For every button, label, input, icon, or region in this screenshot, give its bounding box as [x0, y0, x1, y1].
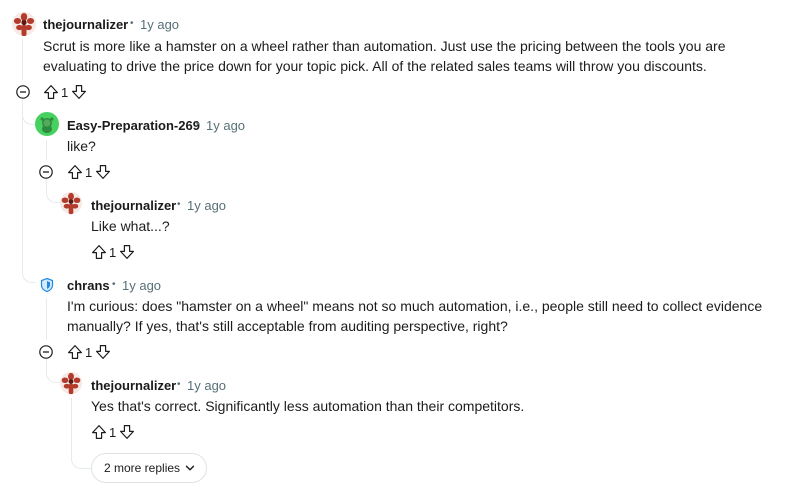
comment-body: I'm curious: does "hamster on a wheel" m… — [67, 296, 787, 336]
downvote-icon[interactable] — [95, 344, 111, 360]
thread-line-easy — [46, 140, 47, 160]
upvote-icon[interactable] — [91, 244, 107, 260]
thread-branch-journalizer-3 — [46, 358, 60, 383]
comment-timestamp[interactable]: 1y ago — [187, 378, 226, 393]
upvote-icon[interactable] — [67, 344, 83, 360]
comment-author[interactable]: thejournalizer — [91, 198, 176, 213]
comment-body: Yes that's correct. Significantly less a… — [91, 396, 771, 416]
thread-branch-more — [71, 446, 92, 469]
comment-timestamp[interactable]: 1y ago — [187, 198, 226, 213]
upvote-icon[interactable] — [43, 84, 59, 100]
vote-count: 1 — [85, 344, 93, 360]
comment-body-line: I'm curious: does "hamster on a wheel" m… — [67, 298, 763, 314]
demogorgon-avatar[interactable] — [11, 11, 37, 37]
comment-body-line: like? — [67, 138, 96, 154]
vote-bar: 1 — [91, 242, 135, 262]
thread-branch-chrans — [22, 268, 36, 283]
chevron-down-icon — [180, 462, 196, 474]
vote-count: 1 — [109, 424, 117, 440]
comment-author[interactable]: thejournalizer — [43, 17, 128, 32]
vote-count: 1 — [109, 244, 117, 260]
comment-body: Scrut is more like a hamster on a wheel … — [43, 36, 783, 76]
comment-body-line: Yes that's correct. Significantly less a… — [91, 398, 525, 414]
comment-sep: • — [177, 379, 181, 390]
comment-body-line: Scrut is more like a hamster on a wheel … — [43, 38, 726, 54]
vote-count: 1 — [61, 84, 69, 100]
snoo-avatar[interactable] — [35, 112, 59, 136]
comment-sep: • — [130, 18, 134, 29]
shield-avatar[interactable] — [39, 277, 55, 293]
downvote-icon[interactable] — [119, 244, 135, 260]
comment-body-line: manually? If yes, that's still acceptabl… — [67, 318, 508, 334]
thread-line-root-continue — [22, 100, 23, 270]
comment-sep: • — [196, 119, 200, 130]
comment-body-line: evaluating to drive the price down for y… — [43, 58, 707, 74]
collapse-thread-icon[interactable] — [16, 85, 30, 99]
more-replies-label: 2 more replies — [104, 461, 181, 475]
thread-branch-journalizer-2 — [46, 178, 60, 203]
collapse-thread-icon[interactable] — [39, 345, 53, 359]
comment-author[interactable]: Easy-Preparation-269 — [67, 118, 200, 133]
vote-bar: 1 — [43, 82, 87, 102]
demogorgon-avatar[interactable] — [59, 191, 83, 215]
thread-line-chrans — [46, 298, 47, 340]
vote-bar: 1 — [67, 342, 111, 362]
downvote-icon[interactable] — [95, 164, 111, 180]
vote-bar: 1 — [91, 422, 135, 442]
comment-timestamp[interactable]: 1y ago — [206, 118, 245, 133]
comment-sep: • — [177, 199, 181, 210]
thread-branch-easy — [22, 110, 36, 125]
thread-line-journalizer-3 — [71, 398, 72, 448]
comment-author[interactable]: thejournalizer — [91, 378, 176, 393]
downvote-icon[interactable] — [71, 84, 87, 100]
comment-body: like? — [67, 136, 767, 156]
more-replies-button[interactable]: 2 more replies — [91, 453, 208, 483]
upvote-icon[interactable] — [91, 424, 107, 440]
collapse-thread-icon[interactable] — [39, 165, 53, 179]
comment-body-line: Like what...? — [91, 218, 170, 234]
comment-sep: • — [112, 279, 116, 290]
comment-timestamp[interactable]: 1y ago — [122, 278, 161, 293]
comment-timestamp[interactable]: 1y ago — [140, 17, 179, 32]
vote-bar: 1 — [67, 162, 111, 182]
thread-line-root — [22, 38, 23, 80]
downvote-icon[interactable] — [119, 424, 135, 440]
comment-author[interactable]: chrans — [67, 278, 110, 293]
vote-count: 1 — [85, 164, 93, 180]
demogorgon-avatar[interactable] — [59, 371, 83, 395]
comment-body: Like what...? — [91, 216, 771, 236]
upvote-icon[interactable] — [67, 164, 83, 180]
